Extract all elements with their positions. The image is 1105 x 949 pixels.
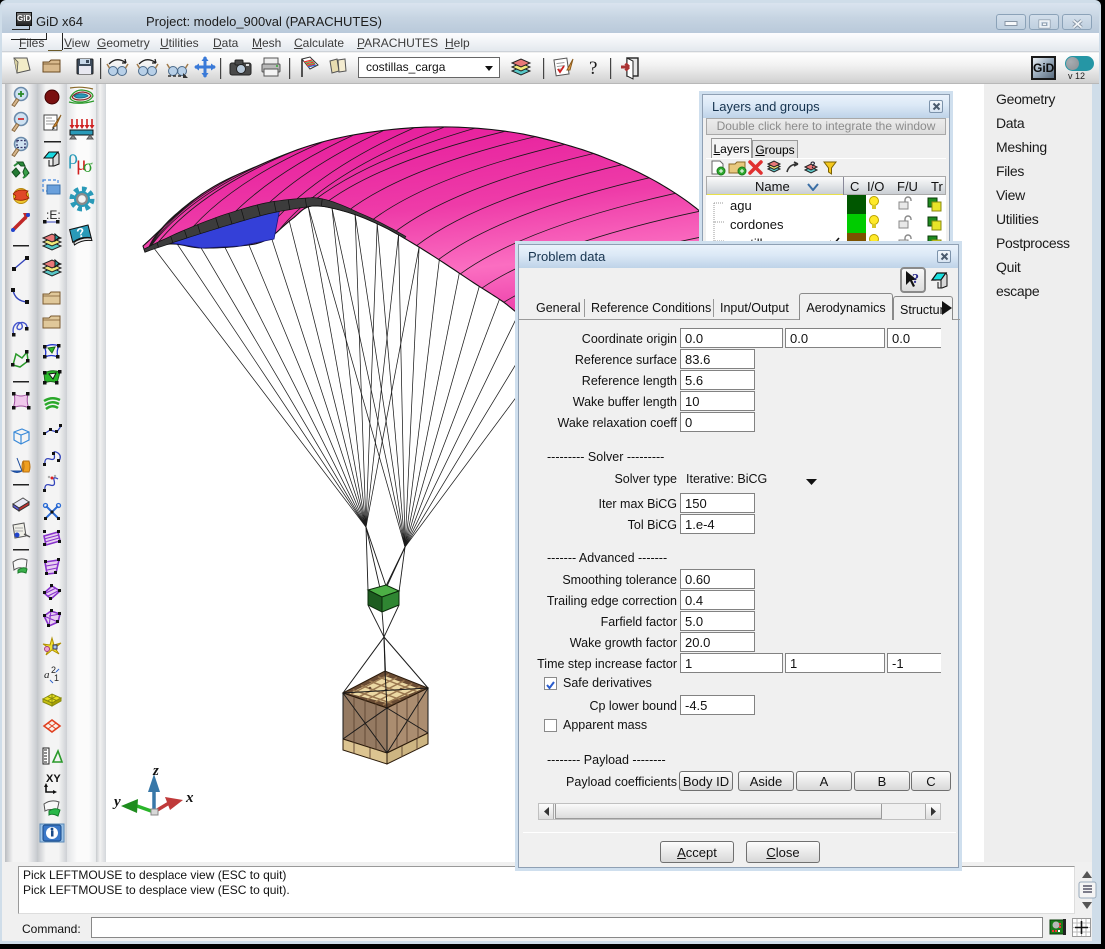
svg-text:a: a [44, 669, 50, 681]
svg-text:1: 1 [54, 673, 59, 683]
svg-text::E:: :E: [46, 208, 61, 222]
svg-text:?: ? [589, 58, 597, 79]
svg-text:σ: σ [83, 156, 93, 176]
svg-text:XY: XY [46, 773, 61, 785]
svg-text:y: y [112, 794, 121, 810]
svg-text:?: ? [810, 160, 816, 170]
svg-text:?: ? [912, 272, 919, 287]
svg-text:z: z [152, 763, 159, 779]
svg-text:x: x [185, 790, 194, 806]
